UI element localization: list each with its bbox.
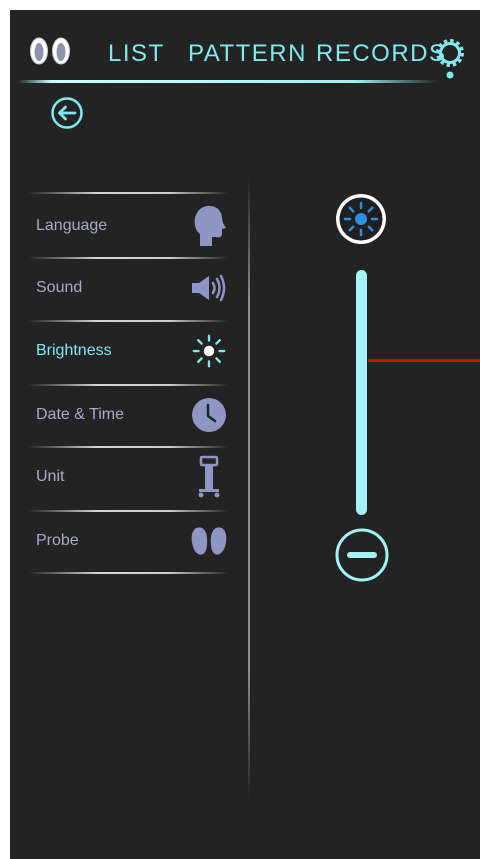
sun-icon (190, 329, 228, 373)
menu-item-label: Brightness (36, 342, 112, 359)
brightness-slider (332, 190, 392, 590)
header-divider (18, 80, 438, 83)
tab-records[interactable]: RECORDS (316, 40, 447, 68)
menu-item-label: Unit (36, 468, 65, 485)
brightness-track[interactable] (356, 270, 367, 515)
menu-item-brightness[interactable]: Brightness (28, 320, 228, 382)
top-nav-bar: LIST PATTERN RECORDS (10, 10, 480, 80)
menu-item-label: Language (36, 217, 108, 234)
sun-icon[interactable] (334, 192, 388, 246)
annotation-pointer-line (368, 359, 480, 362)
menu-item-probe[interactable]: Probe (28, 510, 228, 572)
footprint-logo-icon[interactable] (28, 36, 72, 68)
menu-item-label: Sound (36, 279, 83, 296)
gear-icon[interactable] (432, 36, 468, 80)
back-arrow-icon[interactable] (50, 96, 84, 130)
menu-item-date-time[interactable]: Date & Time (28, 384, 228, 446)
menu-separator (28, 572, 228, 574)
head-profile-icon (190, 204, 228, 248)
panel-divider (248, 175, 250, 800)
clock-icon (190, 393, 228, 437)
probe-pads-icon (190, 519, 228, 563)
menu-item-unit[interactable]: Unit (28, 446, 228, 508)
speaker-icon (190, 266, 228, 310)
menu-separator (28, 192, 228, 194)
minus-circle-icon[interactable] (334, 527, 390, 583)
app-screen: LIST PATTERN RECORDS Language Sound Brig… (10, 10, 480, 859)
tab-list[interactable]: LIST (108, 40, 165, 68)
menu-item-language[interactable]: Language (28, 195, 228, 257)
menu-item-label: Date & Time (36, 406, 125, 423)
menu-item-label: Probe (36, 532, 79, 549)
tab-pattern[interactable]: PATTERN (188, 40, 307, 68)
menu-item-sound[interactable]: Sound (28, 257, 228, 319)
device-cart-icon (190, 455, 228, 499)
